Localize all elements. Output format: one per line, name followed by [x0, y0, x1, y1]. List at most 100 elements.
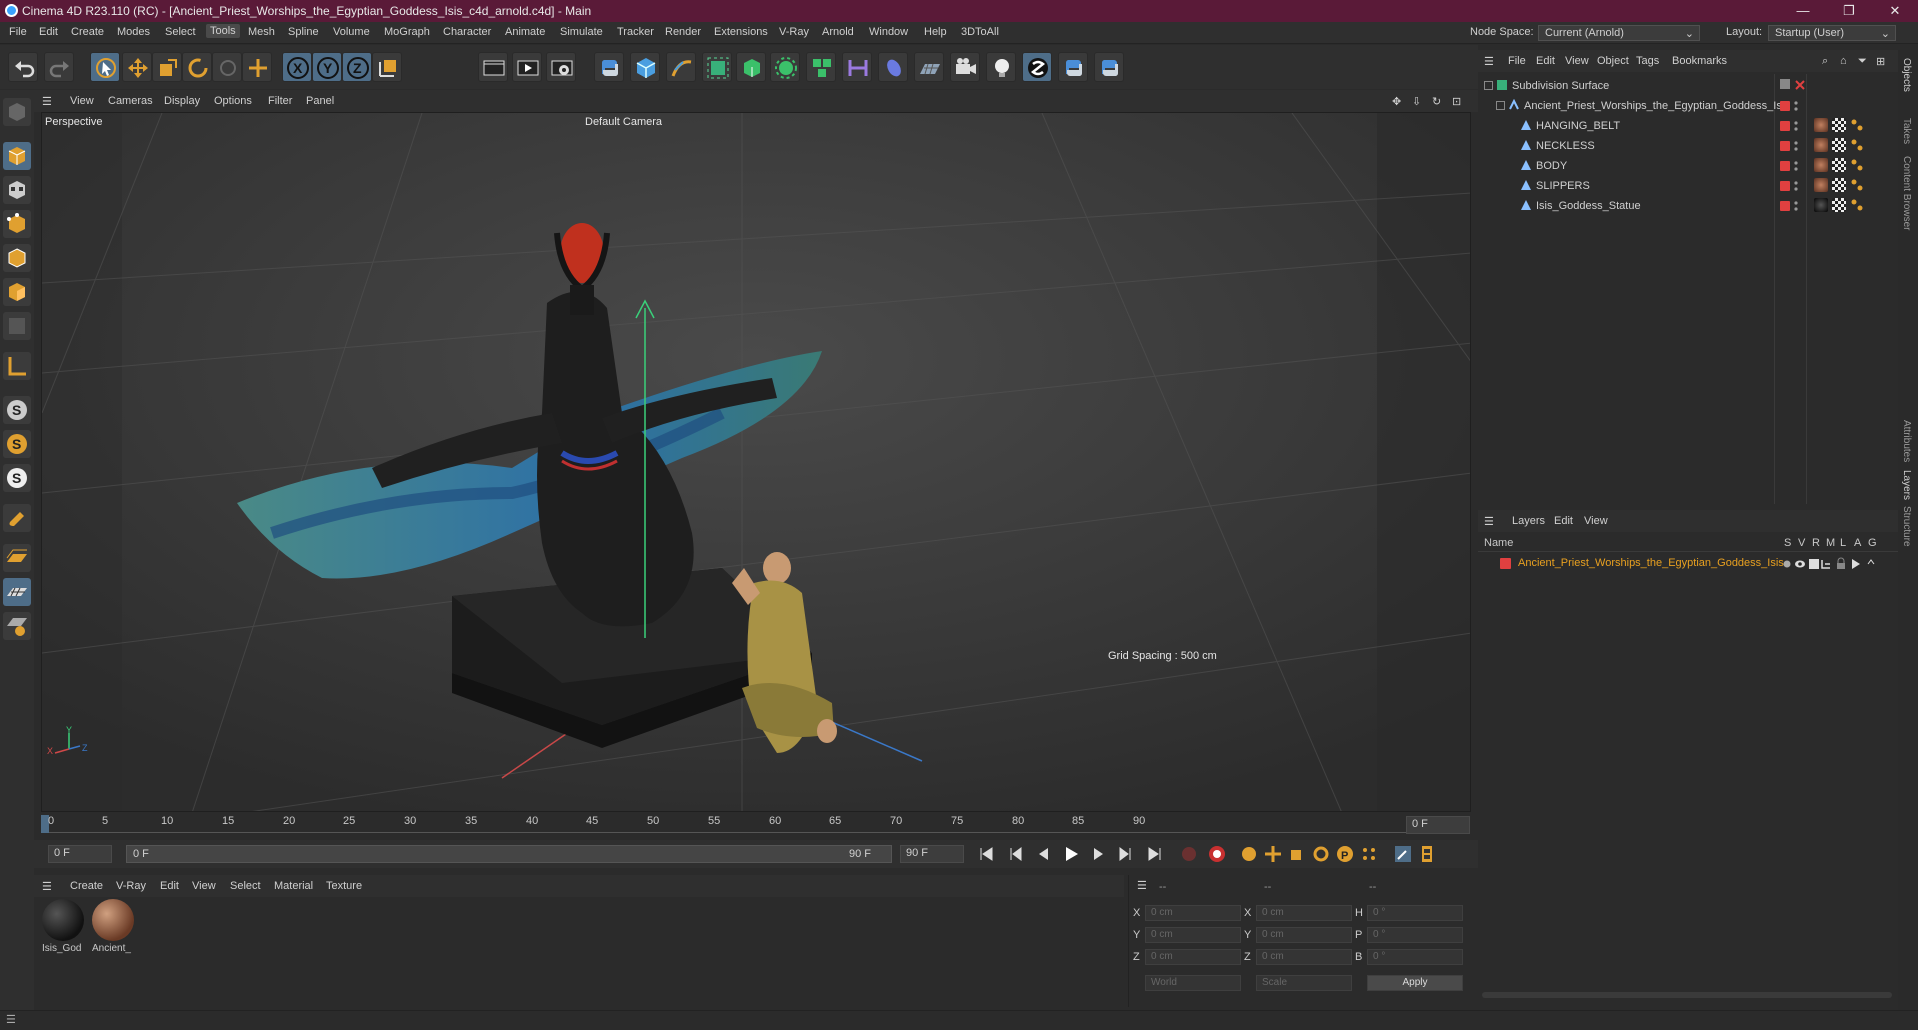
- axis-mode-button[interactable]: [3, 352, 31, 380]
- viewport-camera-label[interactable]: Default Camera: [585, 116, 662, 128]
- move-tool-button[interactable]: [122, 52, 152, 82]
- menu-volume[interactable]: Volume: [333, 26, 370, 38]
- layers-menu-edit[interactable]: Edit: [1554, 515, 1573, 527]
- goto-end-icon[interactable]: [1146, 845, 1164, 863]
- menu-simulate[interactable]: Simulate: [560, 26, 603, 38]
- arnold-tag-icon[interactable]: [1850, 138, 1864, 152]
- coordinate-mode-dropdown[interactable]: World: [1145, 975, 1241, 991]
- menu-help[interactable]: Help: [924, 26, 947, 38]
- prev-frame-icon[interactable]: [1034, 845, 1052, 863]
- key-move-icon[interactable]: [1264, 845, 1282, 863]
- menu-animate[interactable]: Animate: [505, 26, 545, 38]
- object-row[interactable]: SLIPPERS: [1478, 176, 1898, 196]
- cloner-button[interactable]: [770, 52, 800, 82]
- tab-takes[interactable]: Takes: [1901, 118, 1912, 144]
- viewport-maximize-icon[interactable]: ⊡: [1452, 95, 1461, 108]
- home-icon[interactable]: ⌂: [1840, 55, 1847, 67]
- grid-button[interactable]: [3, 578, 31, 606]
- collapse-icon[interactable]: [1496, 101, 1505, 110]
- field-button[interactable]: [878, 52, 908, 82]
- size-z-field[interactable]: 0 cm: [1256, 949, 1352, 965]
- scale-tool-button[interactable]: [152, 52, 182, 82]
- menu-extensions[interactable]: Extensions: [714, 26, 768, 38]
- menu-create[interactable]: Create: [71, 26, 104, 38]
- object-row[interactable]: HANGING_BELT: [1478, 116, 1898, 136]
- hamburger-icon[interactable]: ☰: [42, 880, 52, 893]
- close-button[interactable]: ✕: [1872, 0, 1918, 22]
- menu-3dtoall[interactable]: 3DToAll: [961, 26, 999, 38]
- play-icon[interactable]: [1062, 845, 1080, 863]
- range-slider[interactable]: 0 F 90 F: [126, 845, 892, 863]
- cube-primitive-button[interactable]: [630, 52, 660, 82]
- visibility-dots-icon[interactable]: [1794, 159, 1798, 173]
- horizontal-scrollbar[interactable]: [1482, 992, 1892, 998]
- new-window-icon[interactable]: ⊞: [1876, 55, 1885, 68]
- uvw-tag-icon[interactable]: [1832, 158, 1846, 172]
- render-picture-viewer-button[interactable]: [512, 52, 542, 82]
- next-frame-icon[interactable]: [1090, 845, 1108, 863]
- viewport-menu-view[interactable]: View: [70, 95, 94, 107]
- snap-settings-button[interactable]: S: [3, 430, 31, 458]
- x-axis-lock-button[interactable]: X: [282, 52, 312, 82]
- collapse-icon[interactable]: [1484, 81, 1493, 90]
- position-z-field[interactable]: 0 cm: [1145, 949, 1241, 965]
- tab-attributes[interactable]: Attributes: [1901, 420, 1912, 462]
- polygons-mode-button[interactable]: [3, 278, 31, 306]
- pen-spline-button[interactable]: [666, 52, 696, 82]
- material-tag-icon[interactable]: [1814, 118, 1828, 132]
- magnet-button[interactable]: [3, 504, 31, 532]
- material-tag-icon[interactable]: [1814, 178, 1828, 192]
- layer-color-icon[interactable]: [1780, 201, 1790, 211]
- z-axis-lock-button[interactable]: Z: [342, 52, 372, 82]
- layers-menu-view[interactable]: View: [1584, 515, 1608, 527]
- object-menu-object[interactable]: Object: [1597, 55, 1629, 67]
- menu-modes[interactable]: Modes: [117, 26, 150, 38]
- arnold-tag-icon[interactable]: [1850, 198, 1864, 212]
- uvw-tag-icon[interactable]: [1832, 198, 1846, 212]
- deformer-button[interactable]: [842, 52, 872, 82]
- undo-button[interactable]: [8, 52, 38, 82]
- model-mode-button[interactable]: [3, 142, 31, 170]
- floor-button[interactable]: [914, 52, 944, 82]
- material-menu-select[interactable]: Select: [230, 880, 261, 892]
- material-menu-create[interactable]: Create: [70, 880, 103, 892]
- minimize-button[interactable]: —: [1780, 0, 1826, 22]
- uvw-tag-icon[interactable]: [1832, 118, 1846, 132]
- viewport-menu-options[interactable]: Options: [214, 95, 252, 107]
- viewport-menu-panel[interactable]: Panel: [306, 95, 334, 107]
- camera-button[interactable]: [950, 52, 980, 82]
- render-view-button[interactable]: [478, 52, 508, 82]
- hamburger-icon[interactable]: ☰: [42, 95, 52, 108]
- size-x-field[interactable]: 0 cm: [1256, 905, 1352, 921]
- viewport-menu-cameras[interactable]: Cameras: [108, 95, 153, 107]
- viewport-zoom-icon[interactable]: ⇩: [1412, 95, 1421, 108]
- object-menu-edit[interactable]: Edit: [1536, 55, 1555, 67]
- visibility-dots-icon[interactable]: [1794, 139, 1798, 153]
- timeline-settings-icon[interactable]: [1394, 845, 1412, 863]
- material-menu-texture[interactable]: Texture: [326, 880, 362, 892]
- search-icon[interactable]: ⌕: [1822, 55, 1828, 68]
- viewport-move-icon[interactable]: ✥: [1392, 95, 1401, 108]
- layer-color-icon[interactable]: [1780, 101, 1790, 111]
- menu-mograph[interactable]: MoGraph: [384, 26, 430, 38]
- object-row[interactable]: NECKLESS: [1478, 136, 1898, 156]
- prev-key-icon[interactable]: [1007, 845, 1025, 863]
- make-editable-button[interactable]: [3, 98, 31, 126]
- layout-dropdown[interactable]: Startup (User) ⌄: [1768, 25, 1896, 41]
- menu-window[interactable]: Window: [869, 26, 908, 38]
- python-generator-button[interactable]: [1058, 52, 1088, 82]
- object-menu-file[interactable]: File: [1508, 55, 1526, 67]
- goto-start-icon[interactable]: [977, 845, 995, 863]
- rotation-b-field[interactable]: 0 °: [1367, 949, 1463, 965]
- python-tag-button[interactable]: [1094, 52, 1124, 82]
- 3d-viewport[interactable]: Perspective Default Camera Grid Spacing …: [41, 112, 1471, 812]
- layer-color-icon[interactable]: [1780, 121, 1790, 131]
- material-tag-icon[interactable]: [1814, 138, 1828, 152]
- menu-mesh[interactable]: Mesh: [248, 26, 275, 38]
- record-disabled-icon[interactable]: [1180, 845, 1198, 863]
- arnold-tag-icon[interactable]: [1850, 158, 1864, 172]
- layer-color-icon[interactable]: [1780, 161, 1790, 171]
- object-menu-view[interactable]: View: [1565, 55, 1589, 67]
- menu-arnold[interactable]: Arnold: [822, 26, 854, 38]
- key-rotate-icon[interactable]: [1312, 845, 1330, 863]
